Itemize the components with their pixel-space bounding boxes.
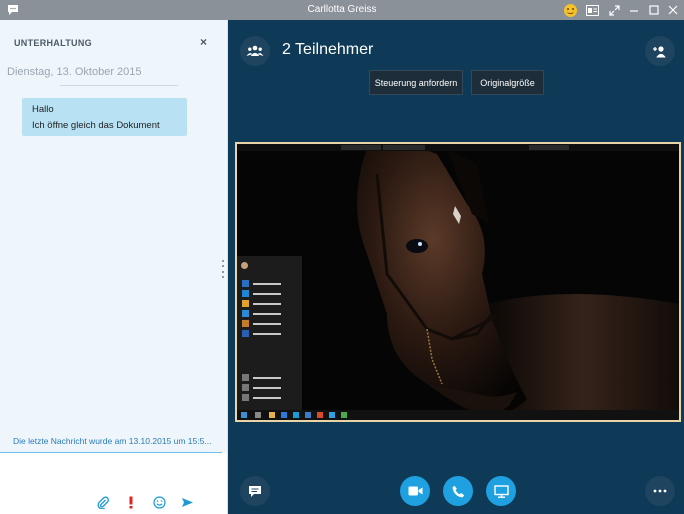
add-person-icon [653, 45, 666, 57]
chat-button[interactable] [240, 476, 270, 506]
conversation-date: Dienstag, 13. Oktober 2015 [7, 66, 142, 78]
contacts-card-icon[interactable] [584, 2, 600, 18]
chat-icon [249, 485, 261, 497]
participants-count: 2 Teilnehmer [282, 41, 374, 58]
screen-share-icon [493, 484, 509, 498]
emoticon-icon[interactable] [152, 495, 166, 509]
add-participant-button[interactable] [645, 36, 675, 66]
more-icon [653, 489, 667, 493]
close-icon[interactable] [665, 2, 681, 18]
message-line: Ich öffne gleich das Dokument [32, 120, 160, 131]
conversation-panel: UNTERHALTUNG × Dienstag, 13. Oktober 201… [0, 20, 228, 514]
compose-toolbar [0, 495, 228, 509]
message-bubble[interactable]: Hallo Ich öffne gleich das Dokument [22, 98, 187, 136]
date-divider [60, 85, 178, 86]
taskbar-preview [237, 410, 679, 420]
maximize-icon[interactable] [646, 2, 662, 18]
attach-icon[interactable] [96, 495, 110, 509]
conversation-header: UNTERHALTUNG [14, 38, 92, 48]
important-icon[interactable] [124, 495, 138, 509]
emoji-icon[interactable] [562, 2, 578, 18]
presenter-toolbar [237, 144, 679, 151]
screen-share-button[interactable] [486, 476, 516, 506]
last-message-status[interactable]: Die letzte Nachricht wurde am 13.10.2015… [13, 436, 218, 446]
window-title: Carllotta Greiss [307, 4, 377, 15]
original-size-button[interactable]: Originalgröße [471, 70, 544, 95]
more-options-button[interactable] [645, 476, 675, 506]
minimize-icon[interactable] [626, 2, 642, 18]
message-line: Hallo [32, 104, 54, 115]
shared-screen[interactable] [235, 142, 681, 422]
send-icon[interactable] [180, 495, 194, 509]
call-panel: 2 Teilnehmer Steuerung anfordern Origina… [228, 20, 684, 514]
video-button[interactable] [400, 476, 430, 506]
request-control-button[interactable]: Steuerung anfordern [369, 70, 463, 95]
participants-button[interactable] [240, 36, 270, 66]
video-icon [408, 486, 422, 496]
title-bar: Carllotta Greiss [0, 0, 684, 20]
start-menu-preview [237, 256, 302, 410]
panel-resize-handle[interactable] [222, 260, 225, 278]
popout-icon[interactable] [606, 2, 622, 18]
call-button[interactable] [443, 476, 473, 506]
close-conversation-button[interactable]: × [200, 35, 207, 49]
call-icon [452, 485, 464, 497]
participants-icon [246, 45, 264, 56]
horse-wallpaper [237, 144, 679, 420]
